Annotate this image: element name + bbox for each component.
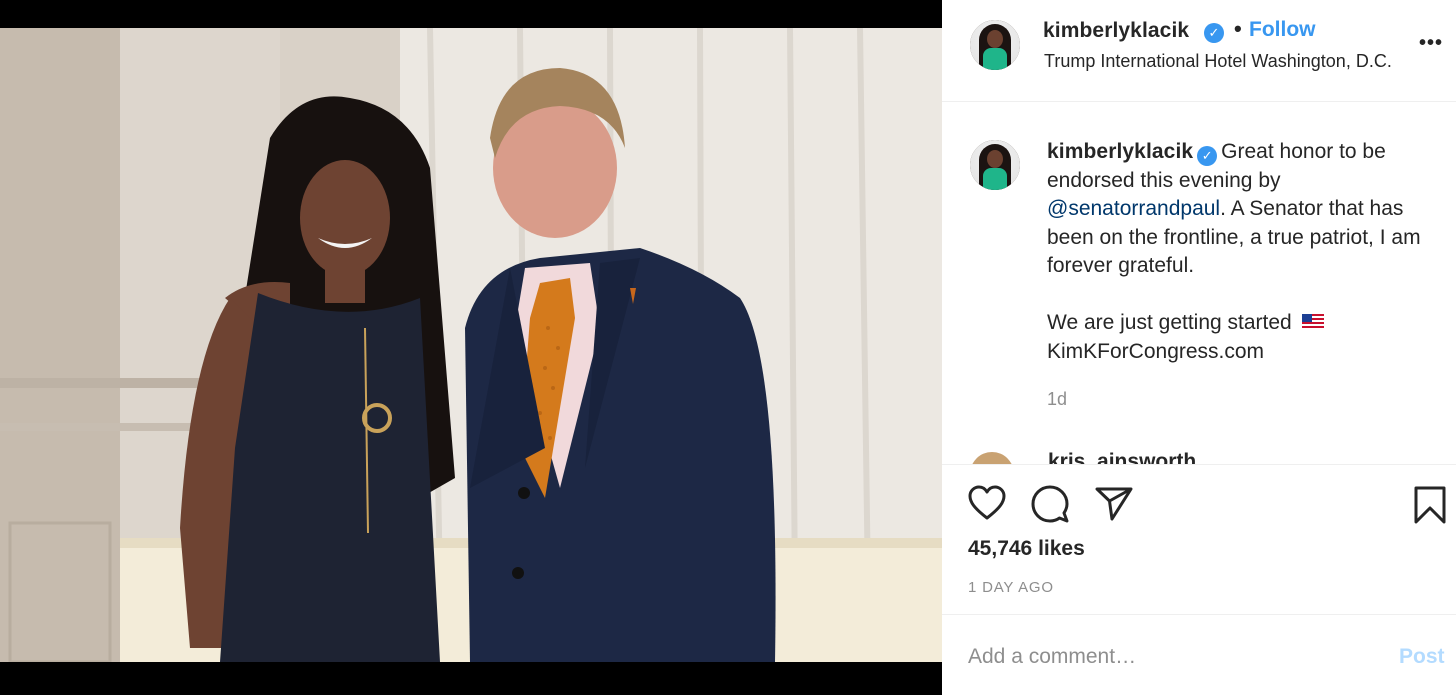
us-flag-icon [1301, 314, 1324, 329]
commenter-avatar[interactable] [970, 452, 1014, 464]
likes-count[interactable]: 45,746 likes [968, 537, 1085, 561]
caption-author-avatar[interactable] [970, 140, 1020, 190]
photo-illustration [0, 28, 942, 662]
caption-mention-link[interactable]: @senatorrandpaul [1047, 197, 1220, 220]
author-avatar[interactable] [970, 20, 1020, 70]
post-media[interactable] [0, 0, 942, 695]
author-username[interactable]: kimberlyklacik [1043, 19, 1189, 43]
bookmark-icon[interactable] [1413, 485, 1447, 525]
post-header: kimberlyklacik ✓ • Follow Trump Internat… [942, 0, 1456, 102]
caption-username[interactable]: kimberlyklacik [1047, 140, 1193, 163]
verified-badge-icon: ✓ [1204, 23, 1224, 43]
caption-website-text: KimKForCongress.com [1047, 339, 1265, 363]
post-details-panel: kimberlyklacik ✓ • Follow Trump Internat… [942, 0, 1456, 695]
post-photo[interactable] [0, 28, 942, 662]
post-location[interactable]: Trump International Hotel Washington, D.… [1044, 51, 1392, 72]
separator-dot: • [1234, 16, 1242, 41]
more-options-icon[interactable]: ••• [1419, 32, 1443, 55]
heart-icon[interactable] [968, 485, 1006, 521]
comment-input[interactable] [968, 641, 1368, 673]
caption-text-3: We are just getting started [1047, 311, 1292, 334]
commenter-username[interactable]: kris_ainsworth [1048, 450, 1196, 464]
caption-timestamp[interactable]: 1d [1047, 389, 1067, 410]
verified-badge-icon: ✓ [1197, 146, 1218, 166]
next-comment-peek: kris_ainsworth [970, 448, 1456, 464]
post-timestamp[interactable]: 1 DAY AGO [968, 579, 1054, 596]
post-caption: kimberlyklacik ✓ Great honor to be endorse… [1047, 138, 1447, 366]
follow-button[interactable]: Follow [1249, 18, 1316, 42]
add-comment-bar: Post [942, 614, 1456, 695]
post-comment-button[interactable]: Post [1399, 645, 1445, 669]
comment-icon[interactable] [1031, 485, 1069, 523]
send-icon[interactable] [1095, 485, 1133, 521]
post-actions: 45,746 likes 1 DAY AGO [942, 464, 1456, 614]
